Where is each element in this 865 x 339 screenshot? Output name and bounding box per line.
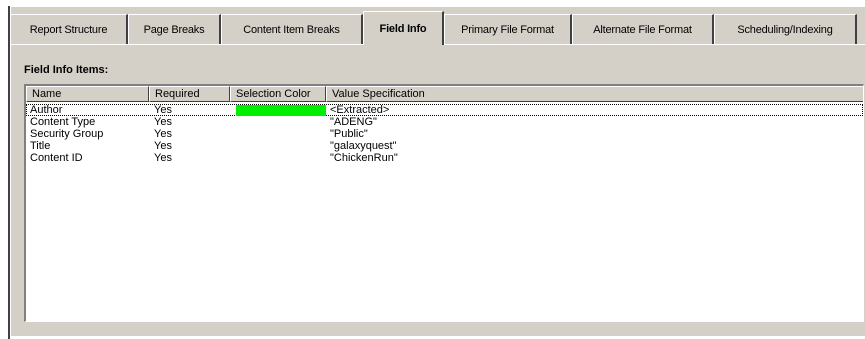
table-row[interactable]: Title Yes "galaxyquest" — [26, 140, 863, 152]
list-header: Name Required Selection Color Value Spec… — [26, 86, 863, 102]
selection-color-swatch — [236, 105, 326, 116]
cell-name: Title — [30, 140, 51, 152]
tab-primary-file-format[interactable]: Primary File Format — [444, 14, 572, 44]
column-header-name[interactable]: Name — [26, 86, 149, 102]
tab-report-structure[interactable]: Report Structure — [10, 14, 128, 44]
cell-required: Yes — [154, 104, 172, 116]
tab-strip: Report Structure Page Breaks Content Ite… — [10, 11, 865, 45]
cell-value-specification: "ADENG" — [330, 116, 377, 128]
cell-required: Yes — [154, 116, 172, 128]
cell-required: Yes — [154, 140, 172, 152]
tab-page-breaks[interactable]: Page Breaks — [128, 14, 221, 44]
table-row[interactable]: Content Type Yes "ADENG" — [26, 116, 863, 128]
cell-name: Content ID — [30, 152, 83, 164]
selection-color-swatch — [236, 141, 326, 152]
tab-content-item-breaks[interactable]: Content Item Breaks — [221, 14, 363, 44]
table-row[interactable]: Author Yes <Extracted> — [26, 104, 863, 116]
field-info-list[interactable]: Name Required Selection Color Value Spec… — [24, 84, 864, 322]
cell-required: Yes — [154, 152, 172, 164]
cell-name: Content Type — [30, 116, 96, 128]
cell-value-specification: "galaxyquest" — [330, 140, 397, 152]
column-header-required[interactable]: Required — [149, 86, 230, 102]
tab-scheduling-indexing[interactable]: Scheduling/Indexing — [714, 14, 857, 44]
column-header-selection-color[interactable]: Selection Color — [230, 86, 326, 102]
cell-name: Author — [30, 104, 63, 116]
tab-field-info[interactable]: Field Info — [363, 11, 444, 45]
tab-alternate-file-format[interactable]: Alternate File Format — [572, 14, 714, 44]
cell-value-specification: "Public" — [330, 128, 368, 140]
column-header-value-specification[interactable]: Value Specification — [326, 86, 863, 102]
selection-color-swatch — [236, 117, 326, 128]
cell-name: Security Group — [30, 128, 104, 140]
table-row[interactable]: Security Group Yes "Public" — [26, 128, 863, 140]
cell-value-specification: <Extracted> — [330, 104, 390, 116]
selection-color-swatch — [236, 129, 326, 140]
cell-value-specification: "ChickenRun" — [330, 152, 398, 164]
table-row[interactable]: Content ID Yes "ChickenRun" — [26, 152, 863, 164]
selection-color-swatch — [236, 153, 326, 164]
cell-required: Yes — [154, 128, 172, 140]
panel-title: Field Info Items: — [24, 64, 109, 76]
